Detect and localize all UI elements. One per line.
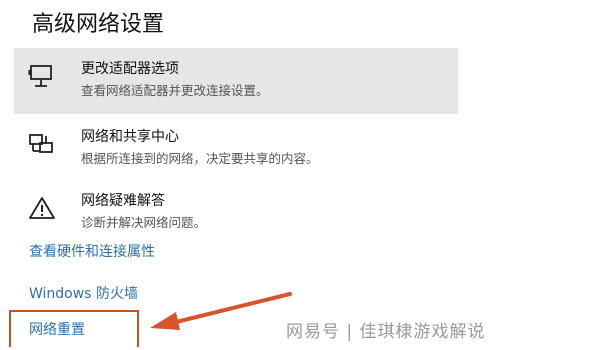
option-change-adapter[interactable]: 更改适配器选项 查看网络适配器并更改连接设置。 bbox=[14, 48, 458, 114]
option-title: 网络疑难解答 bbox=[81, 193, 165, 209]
option-title: 网络和共享中心 bbox=[81, 129, 179, 145]
watermark: 网易号 | 佳琪棣游戏解说 bbox=[286, 322, 486, 342]
option-description: 诊断并解决网络问题。 bbox=[81, 215, 207, 230]
network-sharing-icon bbox=[29, 134, 53, 153]
advanced-network-settings-page: 高级网络设置 更改适配器选项 查看网络适配器并更改连接设置。 网络和共享中心 根… bbox=[0, 0, 600, 350]
option-network-sharing-center[interactable]: 网络和共享中心 根据所连接到的网络，决定要共享的内容。 bbox=[14, 116, 458, 182]
option-network-troubleshooter[interactable]: 网络疑难解答 诊断并解决网络问题。 bbox=[14, 180, 458, 246]
link-windows-firewall[interactable]: Windows 防火墙 bbox=[29, 283, 138, 303]
option-description: 查看网络适配器并更改连接设置。 bbox=[81, 83, 269, 98]
highlight-box bbox=[9, 310, 139, 347]
link-hardware-connection-properties[interactable]: 查看硬件和连接属性 bbox=[29, 241, 155, 261]
option-title: 更改适配器选项 bbox=[81, 61, 179, 77]
network-adapter-icon bbox=[28, 65, 52, 87]
option-description: 根据所连接到的网络，决定要共享的内容。 bbox=[81, 151, 319, 166]
annotation-arrow-icon bbox=[150, 292, 292, 330]
page-title: 高级网络设置 bbox=[32, 12, 165, 37]
warning-icon bbox=[29, 197, 55, 219]
